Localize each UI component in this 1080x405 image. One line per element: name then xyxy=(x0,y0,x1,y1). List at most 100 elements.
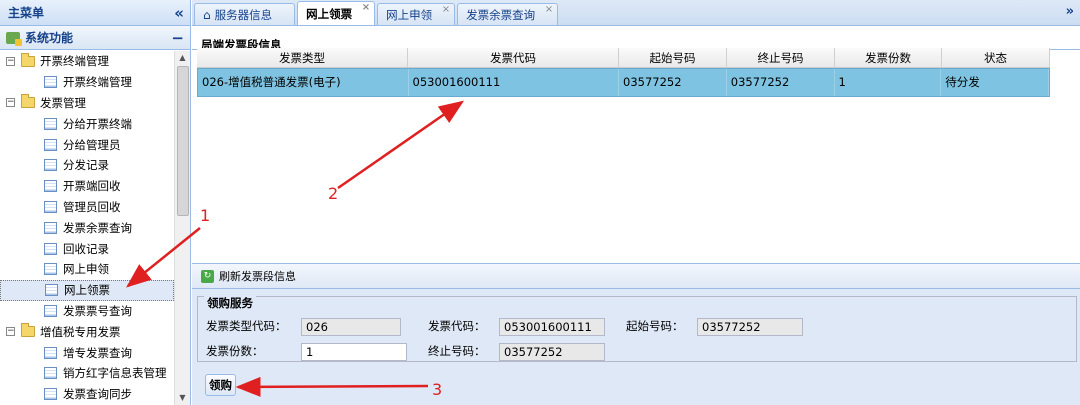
close-tab-icon[interactable]: × xyxy=(362,2,370,13)
collapse-section-icon[interactable]: − xyxy=(171,29,184,47)
start-no-field[interactable]: 03577252 xyxy=(697,318,803,336)
invoice-code-field[interactable]: 053001600111 xyxy=(499,318,605,336)
tab-3[interactable]: 发票余票查询 × xyxy=(457,3,559,25)
table-cell: 待分发 xyxy=(941,69,1049,96)
tab-overflow-chevron-icon[interactable]: » xyxy=(1066,4,1074,19)
sidebar-item-11[interactable]: 网上领票 xyxy=(0,279,174,301)
sidebar-header: 主菜单 « xyxy=(0,0,190,26)
sidebar-item-6[interactable]: 开票端回收 xyxy=(0,176,174,197)
menu-tree: − 开票终端管理 开票终端管理 − 发票管理 分给开票终端 分给管理员 分发记录 开票端回收 管理… xyxy=(0,51,174,405)
table-cell: 053001600111 xyxy=(409,69,619,96)
table-cell: 026-增值税普通发票(电子) xyxy=(198,69,409,96)
table-row[interactable]: 026-增值税普通发票(电子) 053001600111 03577252 03577… xyxy=(197,68,1050,97)
sidebar-item-7[interactable]: 管理员回收 xyxy=(0,197,174,218)
sidebar-item-12[interactable]: 发票票号查询 xyxy=(0,301,174,322)
sidebar-item-label: 分发记录 xyxy=(63,158,109,173)
sidebar-item-label: 销方红字信息表管理 xyxy=(63,366,167,381)
table-icon xyxy=(44,138,57,151)
table-cell: 1 xyxy=(835,69,942,96)
sidebar-item-label: 增专发票查询 xyxy=(63,345,132,360)
system-functions-icon xyxy=(6,31,22,46)
count-field[interactable]: 1 xyxy=(301,343,407,361)
annotation-number-3: 3 xyxy=(432,380,443,399)
tree-toggle-icon[interactable]: − xyxy=(6,98,15,108)
table-cell: 03577252 xyxy=(727,69,835,96)
refresh-toolbar-button[interactable]: ↻ 刷新发票段信息 xyxy=(192,264,1080,289)
sidebar-item-label: 发票管理 xyxy=(40,95,86,110)
tab-label: 网上领票 xyxy=(306,6,353,21)
sidebar-item-label: 分给管理员 xyxy=(63,137,121,152)
double-chevron-left-icon[interactable]: « xyxy=(174,4,184,22)
sidebar-item-label: 开票终端管理 xyxy=(63,75,132,90)
sidebar-item-label: 发票查询同步 xyxy=(63,387,132,402)
table-icon xyxy=(45,284,58,297)
scroll-down-arrow-icon[interactable]: ▼ xyxy=(175,391,190,405)
sidebar-section-system[interactable]: 系统功能 − xyxy=(0,26,190,50)
fieldset-legend: 领购服务 xyxy=(204,295,256,311)
column-header[interactable]: 起始号码 xyxy=(619,48,727,67)
close-tab-icon[interactable]: × xyxy=(442,4,450,15)
sidebar-item-10[interactable]: 网上申领 xyxy=(0,259,174,280)
refresh-icon: ↻ xyxy=(201,269,214,283)
type-code-label: 发票类型代码： xyxy=(206,319,287,333)
sidebar-item-0[interactable]: − 开票终端管理 xyxy=(0,51,174,72)
sidebar-item-16[interactable]: 发票查询同步 xyxy=(0,384,174,405)
start-no-label: 起始号码： xyxy=(626,319,684,333)
scroll-up-arrow-icon[interactable]: ▲ xyxy=(175,51,190,65)
sidebar-item-label: 分给开票终端 xyxy=(63,116,132,131)
invoice-segment-grid: 发票类型 发票代码 起始号码 终止号码 发票份数 状态 026-增值税普通发票(电子) 05… xyxy=(197,48,1050,97)
tab-label: 发票余票查询 xyxy=(466,7,536,22)
table-icon xyxy=(44,221,57,234)
column-header[interactable]: 发票类型 xyxy=(197,48,408,67)
sidebar-title: 主菜单 xyxy=(8,6,45,20)
tab-bar: ⌂ 服务器信息 网上领票 × 网上申领 × 发票余票查询 ×» xyxy=(192,0,1080,26)
column-header[interactable]: 发票份数 xyxy=(835,48,942,67)
sidebar-item-label: 管理员回收 xyxy=(63,199,121,214)
column-header[interactable]: 状态 xyxy=(942,48,1050,67)
sidebar-item-15[interactable]: 销方红字信息表管理 xyxy=(0,363,174,384)
sidebar-item-label: 网上申领 xyxy=(63,262,109,277)
scroll-thumb[interactable] xyxy=(177,66,189,216)
purchase-service-fieldset: 领购服务 发票类型代码： 026 发票代码： 053001600111 起始号码… xyxy=(197,295,1077,362)
sidebar-item-label: 回收记录 xyxy=(63,241,109,256)
end-no-field[interactable]: 03577252 xyxy=(499,343,605,361)
buy-button[interactable]: 领购 xyxy=(205,374,236,396)
sidebar-item-2[interactable]: − 发票管理 xyxy=(0,93,174,114)
sidebar-scrollbar[interactable]: ▲ ▼ xyxy=(174,51,190,405)
table-icon xyxy=(44,200,57,213)
tab-label: 服务器信息 xyxy=(214,7,273,22)
table-icon xyxy=(44,367,57,380)
column-header[interactable]: 发票代码 xyxy=(408,48,619,67)
sidebar-item-13[interactable]: − 增值税专用发票 xyxy=(0,321,174,342)
column-header[interactable]: 终止号码 xyxy=(727,48,835,67)
sidebar-item-14[interactable]: 增专发票查询 xyxy=(0,342,174,363)
tab-0[interactable]: ⌂ 服务器信息 xyxy=(194,3,296,25)
tab-2[interactable]: 网上申领 × xyxy=(377,3,456,25)
count-label: 发票份数： xyxy=(206,344,264,358)
sidebar-item-label: 开票端回收 xyxy=(63,179,121,194)
sidebar-item-label: 发票余票查询 xyxy=(63,220,132,235)
sidebar-item-label: 开票终端管理 xyxy=(40,54,109,69)
sidebar-item-1[interactable]: 开票终端管理 xyxy=(0,72,174,93)
grid-header: 发票类型 发票代码 起始号码 终止号码 发票份数 状态 xyxy=(197,48,1050,68)
tab-1[interactable]: 网上领票 × xyxy=(297,1,376,25)
tree-toggle-icon[interactable]: − xyxy=(6,327,15,337)
tree-toggle-icon[interactable]: − xyxy=(6,56,15,66)
type-code-field[interactable]: 026 xyxy=(301,318,401,336)
close-tab-icon[interactable]: × xyxy=(545,4,553,15)
annotation-number-1: 1 xyxy=(200,206,211,225)
table-icon xyxy=(44,117,57,130)
purchase-form-area: 领购服务 发票类型代码： 026 发票代码： 053001600111 起始号码… xyxy=(192,289,1080,405)
table-icon xyxy=(44,76,57,89)
folder-icon xyxy=(21,94,35,109)
table-icon xyxy=(44,346,57,359)
sidebar-item-4[interactable]: 分给管理员 xyxy=(0,134,174,155)
grid-body: 026-增值税普通发票(电子) 053001600111 03577252 03577… xyxy=(197,68,1050,97)
sidebar-item-9[interactable]: 回收记录 xyxy=(0,238,174,259)
sidebar-item-3[interactable]: 分给开票终端 xyxy=(0,113,174,134)
sidebar-item-5[interactable]: 分发记录 xyxy=(0,155,174,176)
sidebar-item-8[interactable]: 发票余票查询 xyxy=(0,217,174,238)
table-icon xyxy=(44,159,57,172)
table-icon xyxy=(44,388,57,401)
table-icon xyxy=(44,242,57,255)
